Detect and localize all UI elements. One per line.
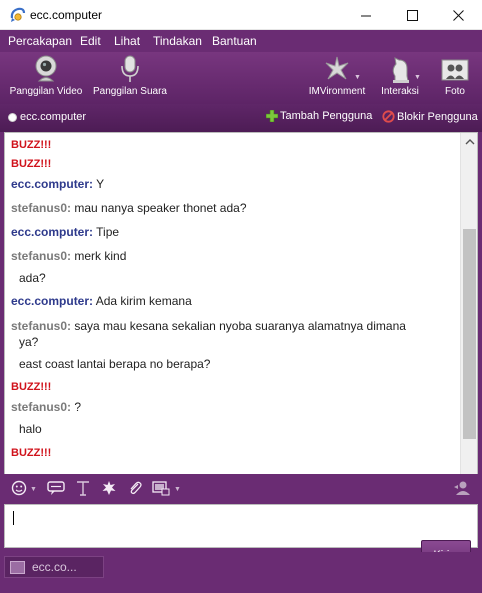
- voice-call-button[interactable]: Panggilan Suara: [92, 54, 168, 102]
- microphone-icon: [121, 55, 139, 82]
- buzz-message: BUZZ!!!: [11, 158, 52, 170]
- main-toolbar: Panggilan Video Panggilan Suara IMVironm…: [0, 52, 482, 104]
- chat-message: ecc.computer: Y: [11, 177, 105, 191]
- conversation-tab[interactable]: ecc.co...: [4, 556, 104, 578]
- contact-info-bar: ecc.computer Tambah Pengguna Blokir Peng…: [0, 104, 482, 132]
- conversation-tab-icon: [10, 560, 25, 574]
- attach-file-button[interactable]: [125, 478, 145, 498]
- chat-message-continuation: halo: [19, 422, 42, 436]
- minimize-icon: [360, 15, 371, 16]
- add-user-button[interactable]: Tambah Pengguna: [266, 110, 372, 122]
- status-indicator-icon: [8, 113, 17, 122]
- chat-message-continuation: ya?: [19, 335, 39, 349]
- imvironment-icon: [325, 56, 349, 80]
- chess-knight-icon: [392, 57, 409, 83]
- text-format-button[interactable]: [73, 478, 93, 498]
- buzz-icon: [102, 481, 116, 495]
- window-chrome: Percakapan Edit Lihat Tindakan Bantuan P…: [0, 30, 482, 593]
- buzz-message: BUZZ!!!: [11, 381, 52, 393]
- chat-transcript[interactable]: BUZZ!!! BUZZ!!! ecc.computer: Y stefanus…: [4, 132, 478, 496]
- chat-message-continuation: ada?: [19, 271, 46, 285]
- chat-message-continuation: east coast lantai berapa no berapa?: [19, 357, 211, 371]
- messenger-logo-icon: [10, 7, 26, 22]
- webcam-icon: [35, 55, 57, 82]
- chat-message: stefanus0: mau nanya speaker thonet ada?: [11, 201, 247, 215]
- share-screen-icon: [152, 481, 170, 496]
- photo-button[interactable]: Foto: [436, 54, 474, 102]
- voice-call-label: Panggilan Suara: [93, 86, 167, 97]
- scroll-up-button[interactable]: [461, 133, 477, 150]
- contact-person-icon: [454, 481, 470, 495]
- text-format-icon: [77, 481, 89, 496]
- speech-bubble-icon: [47, 481, 65, 495]
- chat-message: ecc.computer: Tipe: [11, 225, 120, 239]
- audible-button[interactable]: [46, 478, 66, 498]
- imvironment-label: IMVironment: [308, 86, 366, 97]
- video-call-button[interactable]: Panggilan Video: [8, 54, 84, 102]
- emoticon-dropdown-icon[interactable]: ▼: [30, 486, 37, 493]
- photo-label: Foto: [444, 86, 465, 97]
- close-icon: [452, 9, 464, 21]
- buzz-message: BUZZ!!!: [11, 139, 52, 151]
- chevron-up-icon: [465, 138, 474, 144]
- minimize-button[interactable]: [343, 0, 389, 30]
- chat-scrollbar[interactable]: [460, 133, 477, 495]
- maximize-button[interactable]: [389, 0, 435, 30]
- emoticon-button[interactable]: [9, 478, 29, 498]
- conversation-tab-label: ecc.co...: [32, 560, 77, 574]
- menu-actions[interactable]: Tindakan: [153, 34, 202, 48]
- interaction-label: Interaksi: [381, 86, 419, 97]
- menu-edit[interactable]: Edit: [80, 34, 101, 48]
- conversation-tab-strip: ecc.co...: [0, 552, 482, 593]
- menu-help[interactable]: Bantuan: [212, 34, 257, 48]
- interaction-dropdown-icon[interactable]: ▼: [414, 74, 421, 81]
- menu-bar: Percakapan Edit Lihat Tindakan Bantuan: [0, 30, 482, 52]
- title-bar: ecc.computer: [0, 0, 482, 30]
- chat-message: stefanus0: saya mau kesana sekalian nyob…: [11, 319, 406, 333]
- menu-conversation[interactable]: Percakapan: [8, 34, 72, 48]
- share-screen-button[interactable]: [151, 478, 171, 498]
- message-input[interactable]: [4, 504, 478, 548]
- add-user-label: Tambah Pengguna: [280, 110, 373, 122]
- video-call-label: Panggilan Video: [9, 86, 83, 97]
- maximize-icon: [406, 9, 418, 21]
- contact-name[interactable]: ecc.computer: [20, 111, 86, 123]
- block-user-label: Blokir Pengguna: [397, 110, 478, 123]
- window-title: ecc.computer: [30, 8, 103, 22]
- text-caret: [13, 511, 14, 525]
- share-dropdown-icon[interactable]: ▼: [174, 486, 181, 493]
- photo-icon: [441, 59, 469, 81]
- chat-message: stefanus0: ?: [11, 400, 82, 414]
- contact-details-button[interactable]: [452, 478, 472, 498]
- plus-icon: [266, 110, 278, 122]
- scroll-thumb[interactable]: [463, 229, 476, 439]
- imvironment-dropdown-icon[interactable]: ▼: [354, 74, 361, 81]
- block-icon: [382, 110, 395, 123]
- chat-message: stefanus0: merk kind: [11, 249, 127, 263]
- input-toolbar: ▼ ▼: [0, 474, 482, 502]
- smiley-icon: [11, 480, 27, 496]
- paperclip-icon: [130, 481, 142, 495]
- block-user-button[interactable]: Blokir Pengguna: [382, 110, 478, 123]
- menu-view[interactable]: Lihat: [114, 34, 140, 48]
- buzz-message: BUZZ!!!: [11, 447, 52, 459]
- chat-message: ecc.computer: Ada kirim kemana: [11, 294, 192, 308]
- close-button[interactable]: [435, 0, 481, 30]
- buzz-button[interactable]: [99, 478, 119, 498]
